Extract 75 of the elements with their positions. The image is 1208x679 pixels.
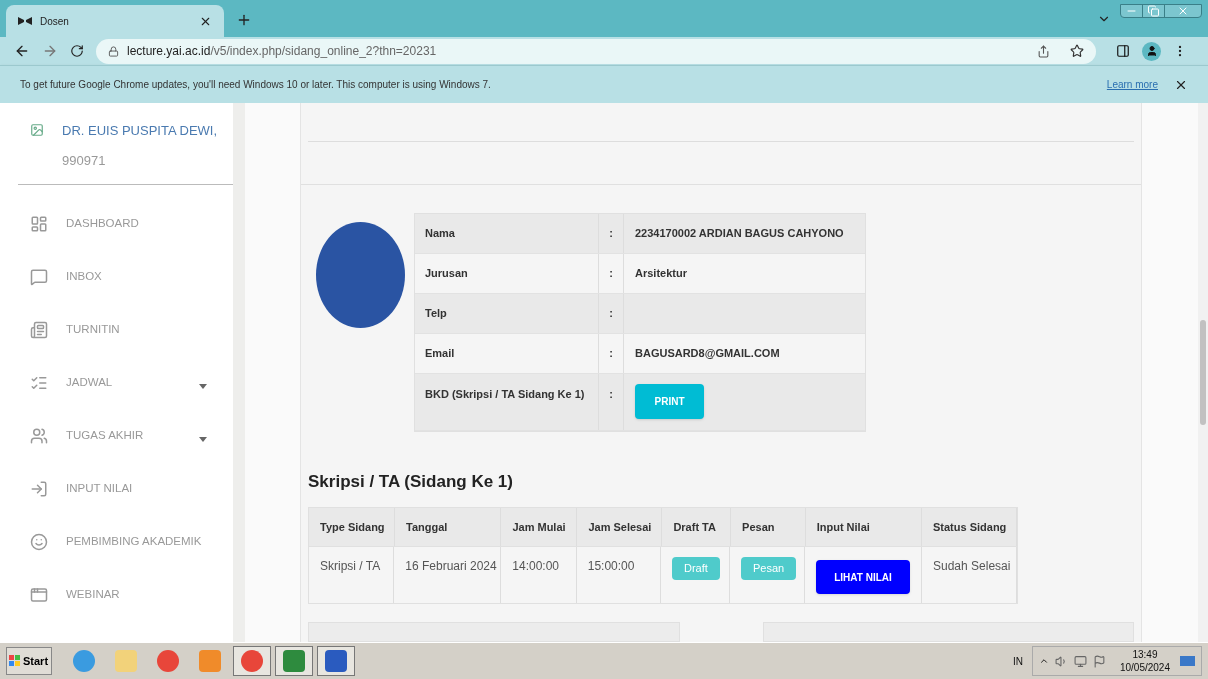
colon-separator: : — [609, 225, 613, 241]
field-label: BKD (Skripsi / TA Sidang Ke 1) — [425, 386, 585, 402]
tab-title: Dosen — [40, 14, 70, 29]
field-value: BAGUSARD8@GMAIL.COM — [635, 345, 780, 361]
column-header: Jam Selesai — [588, 519, 652, 535]
sidebar-item[interactable]: JADWAL — [0, 356, 233, 409]
view-score-button[interactable]: LIHAT NILAI — [816, 560, 910, 594]
table-cell-text: Sudah Selesai — [933, 558, 1011, 575]
column-header: Tanggal — [406, 519, 448, 535]
clock-date: 10/05/2024 — [1119, 661, 1170, 674]
sidebar-item[interactable]: DASHBOARD — [0, 197, 233, 250]
clock-time: 13:49 — [1132, 648, 1158, 661]
input-icon — [30, 479, 48, 498]
broken-image-icon — [30, 123, 44, 137]
column-header: Draft TA — [673, 519, 716, 535]
user-name: DR. EUIS PUSPITA DEWI, — [62, 122, 218, 140]
sidebar-item[interactable]: TUGAS AKHIR — [0, 409, 233, 462]
field-value: 2234170002 ARDIAN BAGUS CAHYONO — [635, 225, 844, 241]
chevron-up-icon[interactable] — [1038, 656, 1049, 666]
new-tab-icon[interactable] — [236, 12, 252, 28]
forward-icon[interactable] — [42, 43, 58, 59]
face-icon — [30, 532, 48, 551]
lock-icon — [108, 45, 119, 57]
profile-avatar[interactable] — [1142, 41, 1161, 61]
field-label: Telp — [425, 305, 447, 321]
table-cell-text: 14:00:00 — [512, 558, 559, 575]
table-cell-text: 16 Februari 2024 — [405, 558, 497, 575]
scrollbar[interactable] — [1198, 103, 1208, 642]
star-icon[interactable] — [1070, 44, 1084, 58]
column-header: Status Sidang — [933, 519, 1007, 535]
flag-icon[interactable] — [1092, 654, 1106, 668]
network-icon[interactable] — [1073, 654, 1087, 668]
colon-separator: : — [609, 305, 613, 321]
document-icon — [30, 320, 48, 339]
speaker-icon[interactable] — [1054, 654, 1068, 668]
section-heading: Skripsi / TA (Sidang Ke 1) — [308, 470, 514, 493]
message-icon — [30, 267, 48, 286]
field-label: Email — [425, 345, 455, 361]
browser-tab[interactable]: Dosen — [6, 5, 224, 37]
colon-separator: : — [609, 265, 613, 281]
start-button[interactable]: Start — [6, 647, 52, 675]
window-icon — [30, 585, 48, 604]
sidebar-item[interactable]: PEMBIMBING AKADEMIK — [0, 515, 233, 568]
sidebar-item[interactable]: WEBINAR — [0, 568, 233, 621]
url-text: lecture.yai.ac.id/v5/index.php/sidang_online_2?thn=20231 — [127, 43, 438, 60]
small-button[interactable]: Draft — [672, 557, 720, 580]
language-indicator: IN — [1012, 654, 1023, 669]
sidebar-item[interactable]: INBOX — [0, 250, 233, 303]
table-cell-text: 15:00:00 — [587, 558, 635, 575]
address-bar[interactable]: lecture.yai.ac.id/v5/index.php/sidang_online_2?thn=20231 — [96, 38, 1096, 64]
info-message: To get future Google Chrome updates, you'll need Windows 10 or later. This computer is using Windows 7. — [20, 78, 492, 92]
side-panel-icon[interactable] — [1116, 44, 1130, 58]
dashboard-icon — [30, 214, 48, 233]
field-value: Arsitektur — [635, 265, 687, 281]
share-icon[interactable] — [1037, 44, 1050, 58]
sidebar-item[interactable]: TURNITIN — [0, 303, 233, 356]
column-header: Jam Mulai — [512, 519, 566, 535]
column-header: Type Sidang — [320, 519, 385, 535]
print-button[interactable]: PRINT — [635, 383, 704, 419]
user-id: 990971 — [62, 151, 107, 170]
bowtie-icon — [18, 17, 32, 25]
colon-separator: : — [609, 345, 613, 361]
field-label: Nama — [425, 225, 455, 241]
small-button[interactable]: Pesan — [741, 557, 797, 580]
table-cell-text: Skripsi / TA — [320, 558, 381, 575]
reload-icon[interactable] — [70, 44, 84, 58]
sidebar-item[interactable]: INPUT NILAI — [0, 462, 233, 515]
learn-more-link[interactable]: Learn more — [1106, 77, 1158, 92]
column-header: Pesan — [742, 519, 775, 535]
column-header: Input Nilai — [816, 519, 870, 535]
windows-logo-icon — [9, 655, 21, 667]
colon-separator: : — [609, 386, 613, 402]
back-icon[interactable] — [14, 43, 30, 59]
field-label: Jurusan — [425, 265, 468, 281]
people-icon — [30, 426, 48, 445]
